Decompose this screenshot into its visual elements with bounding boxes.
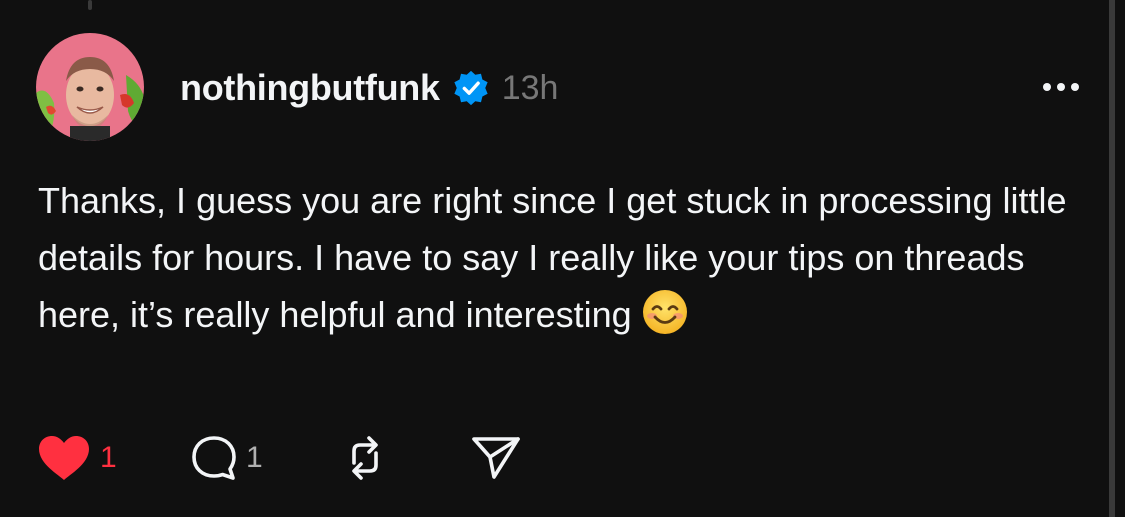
repost-icon [352,436,378,480]
reply-button[interactable]: 1 [190,434,310,482]
avatar[interactable] [36,33,144,141]
comment-icon [192,436,236,480]
action-bar: 1 1 [36,430,522,486]
share-button[interactable] [470,433,522,483]
thread-connector-line [88,0,92,10]
post-timestamp[interactable]: 13h [502,69,559,108]
username[interactable]: nothingbutfunk [180,67,440,109]
reply-count: 1 [246,441,263,474]
more-icon[interactable] [1041,76,1081,98]
repost-button[interactable] [340,433,390,483]
scrollbar[interactable] [1109,0,1115,517]
smiling-face-emoji-icon [642,290,687,335]
post-header: nothingbutfunk 13h [180,63,558,113]
post-text: Thanks, I guess you are right since I ge… [38,180,1067,335]
post-body: Thanks, I guess you are right since I ge… [38,172,1098,343]
like-count: 1 [100,441,117,474]
heart-icon [39,436,89,480]
avatar-image [36,33,144,141]
send-icon [472,437,520,479]
like-button[interactable]: 1 [36,433,156,483]
verified-badge-icon [454,70,488,106]
